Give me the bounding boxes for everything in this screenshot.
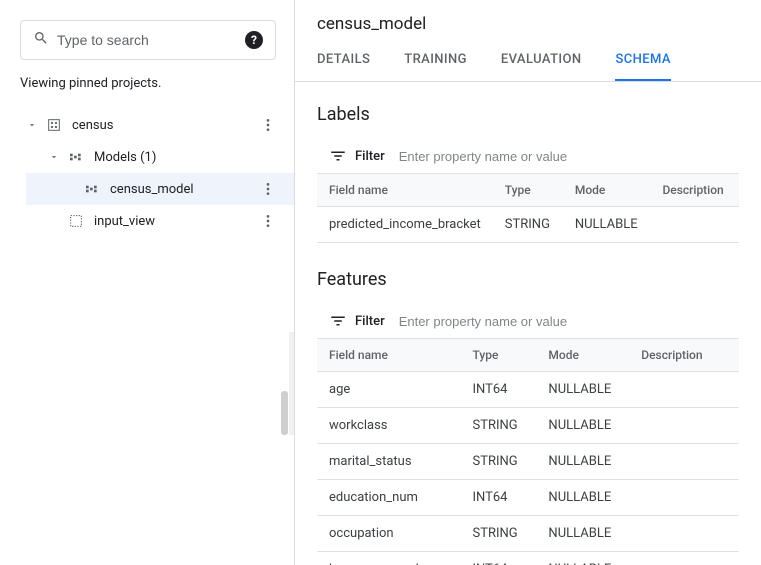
more-vert-icon[interactable] — [260, 213, 276, 229]
scrollbar-thumb[interactable] — [281, 391, 288, 435]
cell-field: occupation — [317, 516, 460, 552]
filter-label: Filter — [355, 314, 385, 329]
cell-desc — [629, 552, 739, 565]
cell-type: STRING — [493, 207, 563, 243]
schema-content: Labels Filter Field name Type Mode Descr… — [295, 82, 761, 565]
col-header-type[interactable]: Type — [460, 339, 536, 372]
filter-icon — [329, 312, 347, 330]
cell-mode: NULLABLE — [536, 372, 629, 408]
features-filter-input[interactable] — [399, 314, 727, 329]
cell-desc — [629, 444, 739, 480]
cell-desc — [650, 207, 739, 243]
cell-type: STRING — [460, 408, 536, 444]
cell-field: workclass — [317, 408, 460, 444]
col-header-mode[interactable]: Mode — [536, 339, 629, 372]
tab-schema[interactable]: SCHEMA — [615, 52, 670, 81]
features-table: Field name Type Mode Description ageINT6… — [317, 339, 739, 565]
header: census_model DETAILS TRAINING EVALUATION… — [295, 0, 761, 82]
col-header-field[interactable]: Field name — [317, 339, 460, 372]
cell-desc — [629, 480, 739, 516]
tree-project-census[interactable]: census — [26, 109, 294, 141]
labels-filter-input[interactable] — [399, 149, 727, 164]
main-panel: census_model DETAILS TRAINING EVALUATION… — [295, 0, 761, 565]
cell-mode: NULLABLE — [536, 444, 629, 480]
model-group-icon — [68, 149, 84, 165]
tab-evaluation[interactable]: EVALUATION — [501, 52, 582, 81]
tree-label: census_model — [110, 182, 194, 197]
search-box[interactable]: ? — [20, 20, 276, 60]
viewing-pinned-label: Viewing pinned projects. — [20, 76, 294, 91]
tree-view-input_view[interactable]: input_view — [26, 205, 294, 237]
chevron-down-icon[interactable] — [48, 151, 60, 163]
col-header-type[interactable]: Type — [493, 174, 563, 207]
features-filter[interactable]: Filter — [317, 304, 739, 339]
table-row[interactable]: occupationSTRINGNULLABLE — [317, 516, 739, 552]
table-row[interactable]: hours_per_weekINT64NULLABLE — [317, 552, 739, 565]
cell-field: age — [317, 372, 460, 408]
table-row[interactable]: ageINT64NULLABLE — [317, 372, 739, 408]
cell-mode: NULLABLE — [536, 480, 629, 516]
cell-field: marital_status — [317, 444, 460, 480]
cell-desc — [629, 516, 739, 552]
explorer-tree: census Models (1) census_model input_vie… — [26, 109, 294, 237]
dataset-icon — [46, 117, 62, 133]
labels-filter[interactable]: Filter — [317, 139, 739, 174]
filter-icon — [329, 147, 347, 165]
table-row[interactable]: marital_statusSTRINGNULLABLE — [317, 444, 739, 480]
model-icon — [84, 181, 100, 197]
scrollbar-track — [289, 332, 294, 435]
cell-mode: NULLABLE — [563, 207, 651, 243]
tree-model-census_model[interactable]: census_model — [26, 173, 294, 205]
sidebar: ? Viewing pinned projects. census Models… — [0, 0, 295, 565]
cell-desc — [629, 408, 739, 444]
cell-type: INT64 — [460, 480, 536, 516]
cell-field: predicted_income_bracket — [317, 207, 493, 243]
search-icon — [33, 30, 49, 50]
help-icon[interactable]: ? — [245, 31, 263, 49]
col-header-desc[interactable]: Description — [629, 339, 739, 372]
cell-type: STRING — [460, 516, 536, 552]
table-row[interactable]: education_numINT64NULLABLE — [317, 480, 739, 516]
col-header-field[interactable]: Field name — [317, 174, 493, 207]
tabs: DETAILS TRAINING EVALUATION SCHEMA — [317, 52, 739, 81]
more-vert-icon[interactable] — [260, 117, 276, 133]
labels-heading: Labels — [317, 104, 739, 125]
features-heading: Features — [317, 269, 739, 290]
cell-mode: NULLABLE — [536, 516, 629, 552]
labels-table: Field name Type Mode Description predict… — [317, 174, 739, 243]
cell-type: INT64 — [460, 552, 536, 565]
col-header-mode[interactable]: Mode — [563, 174, 651, 207]
chevron-down-icon[interactable] — [26, 119, 38, 131]
cell-type: INT64 — [460, 372, 536, 408]
filter-label: Filter — [355, 149, 385, 164]
tree-models-folder[interactable]: Models (1) — [26, 141, 294, 173]
cell-desc — [629, 372, 739, 408]
cell-field: education_num — [317, 480, 460, 516]
table-row[interactable]: predicted_income_bracketSTRINGNULLABLE — [317, 207, 739, 243]
tree-label: census — [72, 118, 113, 133]
cell-field: hours_per_week — [317, 552, 460, 565]
cell-mode: NULLABLE — [536, 408, 629, 444]
tree-label: input_view — [94, 214, 155, 229]
page-title: census_model — [317, 14, 739, 34]
tree-label: Models (1) — [94, 150, 156, 165]
tab-details[interactable]: DETAILS — [317, 52, 370, 81]
search-input[interactable] — [57, 32, 245, 48]
col-header-desc[interactable]: Description — [650, 174, 739, 207]
more-vert-icon[interactable] — [260, 181, 276, 197]
tab-training[interactable]: TRAINING — [404, 52, 467, 81]
cell-type: STRING — [460, 444, 536, 480]
cell-mode: NULLABLE — [536, 552, 629, 565]
view-icon — [68, 213, 84, 229]
table-row[interactable]: workclassSTRINGNULLABLE — [317, 408, 739, 444]
